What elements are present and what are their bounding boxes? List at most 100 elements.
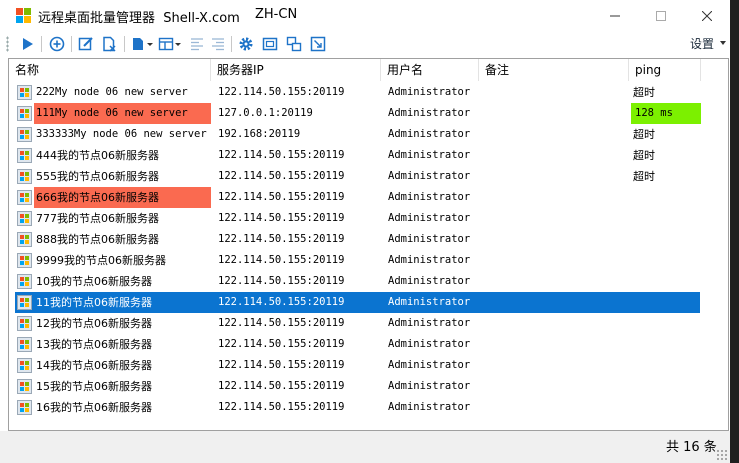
- cell-ip: 122.114.50.155:20119: [218, 296, 345, 308]
- cell-name: 11我的节点06新服务器: [36, 296, 152, 309]
- remote-desktop-icon: [17, 85, 32, 100]
- table-row[interactable]: 333333My node 06 new server 192.168:20119…: [9, 124, 728, 145]
- import-dropdown-button[interactable]: [129, 34, 155, 53]
- remote-desktop-icon: [17, 127, 32, 142]
- toolbar-divider: [41, 36, 42, 52]
- column-header-user[interactable]: 用户名: [381, 59, 479, 81]
- cell-name: 15我的节点06新服务器: [36, 380, 152, 393]
- capture-icon: [310, 36, 326, 51]
- minimize-button[interactable]: [592, 0, 638, 32]
- cell-note: [484, 313, 629, 334]
- column-header-ping[interactable]: ping: [629, 59, 701, 81]
- server-list[interactable]: 名称 服务器IP 用户名 备注 ping 222My node 06 new s…: [8, 58, 729, 431]
- cell-name: 12我的节点06新服务器: [36, 317, 152, 330]
- table-row[interactable]: 555我的节点06新服务器 122.114.50.155:20119 Adminis…: [9, 166, 728, 187]
- cell-name: 333333My node 06 new server: [36, 128, 207, 140]
- remote-desktop-icon: [17, 337, 32, 352]
- title-bar[interactable]: 远程桌面批量管理器 Shell-X.com ZH-CN: [0, 0, 730, 32]
- align-right-button[interactable]: [208, 34, 228, 53]
- cell-user: Administrator: [388, 359, 471, 371]
- remote-desktop-icon: [17, 358, 32, 373]
- table-row[interactable]: 11我的节点06新服务器 122.114.50.155:20119 Administ…: [9, 292, 728, 313]
- close-button[interactable]: [684, 0, 730, 32]
- toolbar: 设置: [0, 32, 730, 55]
- cell-ip: 122.114.50.155:20119: [218, 149, 345, 161]
- cell-ip: 192.168:20119: [218, 128, 301, 140]
- language-indicator[interactable]: ZH-CN: [255, 7, 297, 22]
- table-row[interactable]: 222My node 06 new server 122.114.50.155:2…: [9, 82, 728, 103]
- run-icon: [23, 37, 33, 50]
- chevron-down-icon: [720, 41, 726, 45]
- desktop-background: [730, 0, 739, 463]
- toolbar-grip[interactable]: [6, 36, 9, 52]
- cell-ip: 122.114.50.155:20119: [218, 191, 345, 203]
- add-button[interactable]: [47, 34, 67, 53]
- remote-desktop-icon: [17, 106, 32, 121]
- maximize-icon: [656, 11, 666, 21]
- settings-menu[interactable]: 设置: [690, 35, 714, 52]
- cell-name: 666我的节点06新服务器: [34, 187, 211, 208]
- table-row[interactable]: 444我的节点06新服务器 122.114.50.155:20119 Adminis…: [9, 145, 728, 166]
- gear-icon: [239, 37, 253, 50]
- resize-grip[interactable]: [716, 449, 727, 460]
- table-row[interactable]: 14我的节点06新服务器 122.114.50.155:20119 Administ…: [9, 355, 728, 376]
- capture-button[interactable]: [308, 34, 328, 53]
- cell-note: [484, 229, 629, 250]
- cell-name: 9999我的节点06新服务器: [36, 254, 166, 267]
- table-row[interactable]: 13我的节点06新服务器 122.114.50.155:20119 Administ…: [9, 334, 728, 355]
- table-row[interactable]: 111My node 06 new server 127.0.0.1:20119 A…: [9, 103, 728, 124]
- toolbar-divider: [124, 36, 125, 52]
- align-left-button[interactable]: [187, 34, 207, 53]
- align-right-icon: [212, 37, 224, 50]
- column-header-name[interactable]: 名称: [9, 59, 211, 81]
- cell-ping: 超时: [633, 149, 655, 162]
- table-row[interactable]: 9999我的节点06新服务器 122.114.50.155:20119 Admini…: [9, 250, 728, 271]
- cell-ping: 超时: [633, 128, 655, 141]
- table-row[interactable]: 15我的节点06新服务器 122.114.50.155:20119 Administ…: [9, 376, 728, 397]
- cell-ping: [631, 208, 701, 229]
- window-title: 远程桌面批量管理器 Shell-X.com: [38, 11, 240, 26]
- remote-desktop-icon: [17, 379, 32, 394]
- cell-ping: 超时: [633, 86, 655, 99]
- layout-icon: [158, 37, 181, 50]
- toolbar-divider: [231, 36, 232, 52]
- table-row[interactable]: 888我的节点06新服务器 122.114.50.155:20119 Adminis…: [9, 229, 728, 250]
- app-window: 远程桌面批量管理器 Shell-X.com ZH-CN 设置 名称 服务器IP …: [0, 0, 730, 463]
- table-row[interactable]: 16我的节点06新服务器 122.114.50.155:20119 Administ…: [9, 397, 728, 418]
- cell-ping: [631, 292, 701, 313]
- cell-ip: 122.114.50.155:20119: [218, 170, 345, 182]
- cell-user: Administrator: [388, 275, 471, 287]
- cell-ip: 122.114.50.155:20119: [218, 338, 345, 350]
- minimize-icon: [610, 15, 620, 17]
- windows-logo-icon: [16, 8, 32, 24]
- settings-gear-button[interactable]: [236, 34, 256, 53]
- cell-note: [484, 187, 629, 208]
- cell-ping: [631, 334, 701, 355]
- fullscreen-button[interactable]: [260, 34, 280, 53]
- layout-dropdown-button[interactable]: [157, 34, 183, 53]
- cell-ping: [631, 229, 701, 250]
- run-button[interactable]: [17, 34, 37, 53]
- cell-name: 14我的节点06新服务器: [36, 359, 152, 372]
- cell-ping: [631, 397, 701, 418]
- column-header-note[interactable]: 备注: [479, 59, 629, 81]
- windows-button[interactable]: [284, 34, 304, 53]
- cell-note: [484, 271, 629, 292]
- table-row[interactable]: 12我的节点06新服务器 122.114.50.155:20119 Administ…: [9, 313, 728, 334]
- delete-button[interactable]: [99, 34, 119, 53]
- cell-note: [484, 250, 629, 271]
- edit-icon: [78, 36, 93, 50]
- table-row[interactable]: 666我的节点06新服务器 122.114.50.155:20119 Adminis…: [9, 187, 728, 208]
- cell-note: [484, 208, 629, 229]
- remote-desktop-icon: [17, 253, 32, 268]
- cell-user: Administrator: [388, 191, 471, 203]
- table-row[interactable]: 777我的节点06新服务器 122.114.50.155:20119 Adminis…: [9, 208, 728, 229]
- column-header-ip[interactable]: 服务器IP: [211, 59, 381, 81]
- cell-user: Administrator: [388, 170, 471, 182]
- cell-name: 13我的节点06新服务器: [36, 338, 152, 351]
- edit-button[interactable]: [76, 34, 96, 53]
- table-row[interactable]: 10我的节点06新服务器 122.114.50.155:20119 Administ…: [9, 271, 728, 292]
- maximize-button[interactable]: [638, 0, 684, 32]
- cell-ip: 122.114.50.155:20119: [218, 380, 345, 392]
- cell-user: Administrator: [388, 128, 471, 140]
